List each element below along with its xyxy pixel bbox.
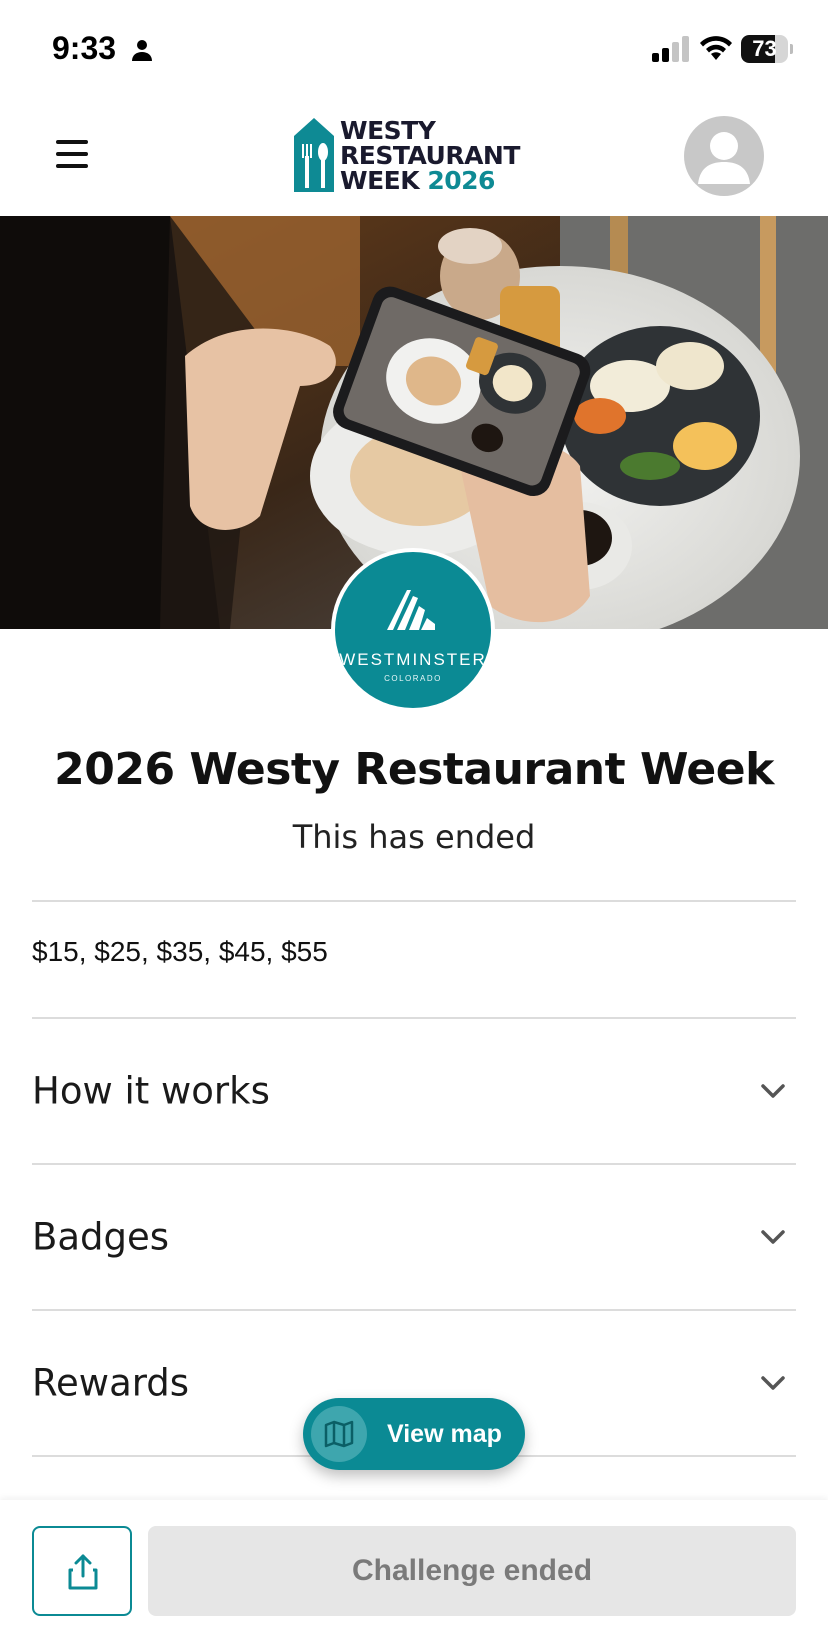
avatar[interactable] — [684, 116, 764, 196]
accordion-label: Badges — [32, 1215, 170, 1259]
map-icon — [324, 1420, 354, 1448]
fork-spoon-house-icon — [294, 118, 334, 192]
price-tiers: $15, $25, $35, $45, $55 — [32, 936, 328, 967]
chevron-down-icon — [761, 1376, 785, 1390]
accordion-badges[interactable]: Badges — [32, 1165, 796, 1309]
logo-line-2: RESTAURANT — [340, 141, 520, 170]
battery-percent: 73 — [752, 36, 777, 61]
view-map-button[interactable]: View map — [303, 1398, 525, 1470]
event-status: This has ended — [292, 818, 536, 856]
accordion-label: Rewards — [32, 1361, 190, 1405]
westminster-brand-badge: WESTMINSTER COLORADO — [331, 548, 495, 712]
battery-indicator: 73 — [741, 35, 793, 63]
page-title: 2026 Westy Restaurant Week — [54, 744, 774, 795]
menu-icon — [56, 140, 88, 144]
logo-year: 2026 — [427, 166, 495, 195]
wifi-icon — [700, 36, 732, 60]
menu-button[interactable] — [52, 136, 92, 172]
share-button[interactable] — [32, 1526, 132, 1616]
accordion-label: How it works — [32, 1069, 270, 1113]
logo-line-1: WESTY — [340, 116, 436, 145]
accordion-how-it-works[interactable]: How it works — [32, 1019, 796, 1163]
challenge-ended-button[interactable]: Challenge ended — [148, 1526, 796, 1616]
westy-logo[interactable]: WESTY RESTAURANT WEEK 2026 — [294, 118, 544, 194]
mountain-logo-icon — [387, 590, 435, 630]
brand-subtitle: COLORADO — [384, 674, 442, 683]
divider — [32, 900, 796, 902]
avatar-icon — [698, 132, 750, 184]
chevron-down-icon — [761, 1230, 785, 1244]
status-bar: 9:33 73 — [0, 0, 828, 96]
brand-name: WESTMINSTER — [339, 650, 487, 669]
app-header: WESTY RESTAURANT WEEK 2026 — [0, 96, 828, 216]
view-map-label: View map — [387, 1420, 502, 1448]
person-icon — [132, 40, 152, 61]
signal-icon — [652, 36, 689, 62]
bottom-action-bar: Challenge ended — [0, 1500, 828, 1640]
status-time: 9:33 — [52, 30, 117, 66]
share-icon — [68, 1554, 98, 1590]
logo-line-3: WEEK 2026 — [340, 166, 495, 195]
chevron-down-icon — [761, 1084, 785, 1098]
